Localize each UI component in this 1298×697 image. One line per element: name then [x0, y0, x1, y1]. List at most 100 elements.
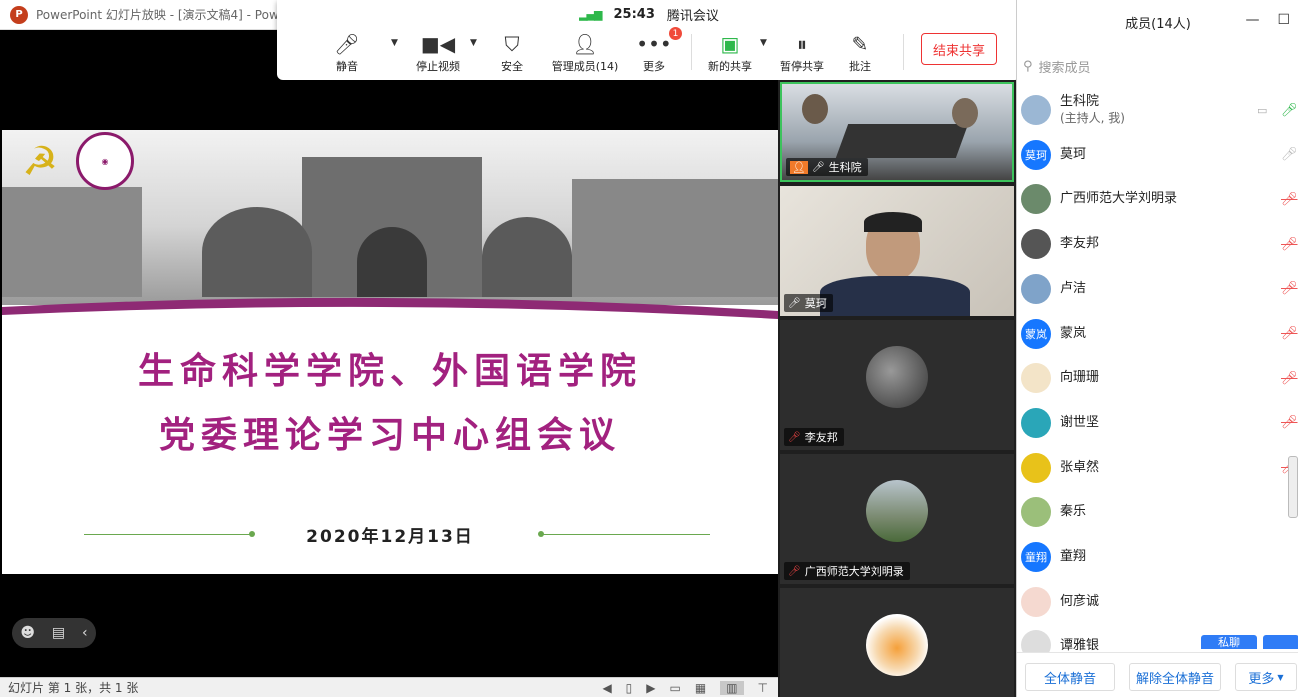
- member-name-text: 秦乐: [1060, 504, 1087, 520]
- member-name-text: 何彦诚: [1060, 593, 1100, 609]
- emoji-icon[interactable]: ☻: [20, 625, 35, 641]
- signal-strength-icon: ▂▄▆: [579, 7, 602, 21]
- video-options-chevron-icon[interactable]: ▼: [470, 38, 477, 48]
- slideshow-view-icon[interactable]: ⊤: [758, 681, 768, 695]
- video-tile[interactable]: [780, 588, 1014, 697]
- screen-share-icon: ▭: [1257, 103, 1268, 117]
- end-share-button[interactable]: 结束共享: [921, 33, 997, 65]
- share-screen-icon: ▣: [720, 32, 740, 56]
- video-tile[interactable]: 🎤︎ 广西师范大学刘明录: [780, 454, 1014, 584]
- status-bar-controls: ◀ ▯ ▶ ▭ ▦ ▥ ⊤: [602, 678, 768, 697]
- search-input[interactable]: 搜索成员: [1039, 57, 1091, 76]
- member-row[interactable]: 李友邦 🎤︎: [1017, 222, 1298, 266]
- member-row[interactable]: 生科院 (主持人, 我) ▭ 🎤︎: [1017, 88, 1298, 132]
- video-label: 🎤︎ 莫珂: [784, 294, 833, 312]
- meeting-status: ▂▄▆ 25:43 腾讯会议: [277, 4, 1021, 24]
- private-chat-button[interactable]: 私聊: [1201, 635, 1257, 649]
- member-row[interactable]: 秦乐: [1017, 490, 1298, 534]
- member-row[interactable]: 童翔 童翔: [1017, 535, 1298, 579]
- microphone-icon[interactable]: 🎤︎: [1281, 103, 1298, 118]
- slide-title-line1: 生命科学学院、外国语学院: [137, 350, 642, 392]
- mic-muted-icon[interactable]: 🎤︎: [1281, 237, 1298, 252]
- share-options-chevron-icon[interactable]: ▼: [760, 38, 767, 48]
- mute-button[interactable]: 🎤︎ 静音: [312, 30, 382, 76]
- member-name-text: 向珊珊: [1060, 370, 1100, 386]
- search-icon: ⚲: [1023, 58, 1033, 74]
- reading-view-icon[interactable]: ▥: [720, 681, 744, 695]
- next-slide-icon[interactable]: ▶: [646, 681, 655, 695]
- mic-muted-icon[interactable]: 🎤︎: [1281, 326, 1298, 341]
- meeting-app-name: 腾讯会议: [666, 8, 719, 24]
- member-name-text: 蒙岚: [1060, 325, 1087, 341]
- previous-slide-icon[interactable]: ◀: [602, 681, 611, 695]
- mic-muted-icon[interactable]: 🎤︎: [1281, 415, 1298, 430]
- manage-members-button[interactable]: 👤︎ 管理成员(14): [550, 30, 620, 76]
- slide-menu-icon[interactable]: ▯: [626, 681, 633, 695]
- member-row[interactable]: 卢洁 🎤︎: [1017, 267, 1298, 311]
- toolbar-divider: [691, 34, 692, 70]
- mute-all-button[interactable]: 全体静音: [1025, 663, 1115, 691]
- slide-banner-image: ☭ ◉: [2, 130, 778, 305]
- screen: P PowerPoint 幻灯片放映 - [演示文稿4] - Pow ☭ ◉ 生…: [0, 0, 1298, 697]
- member-search[interactable]: ⚲ 搜索成员: [1021, 52, 1297, 80]
- maximize-icon[interactable]: ☐: [1277, 12, 1290, 28]
- banner-swoosh: [2, 297, 778, 323]
- slide-counter: 幻灯片 第 1 张，共 1 张: [8, 681, 139, 695]
- member-row[interactable]: 谢世坚 🎤︎: [1017, 401, 1298, 445]
- mic-muted-icon[interactable]: 🎤︎: [1281, 281, 1298, 296]
- member-name: 向珊珊: [1060, 370, 1099, 386]
- collapse-chevron-icon[interactable]: ‹: [82, 625, 88, 641]
- member-name: 秦乐: [1060, 504, 1086, 520]
- more-options-button[interactable]: 更多 ▼: [1235, 663, 1297, 691]
- avatar: [1021, 273, 1051, 304]
- avatar: [1021, 630, 1051, 652]
- avatar: [1021, 184, 1051, 215]
- mic-muted-icon[interactable]: 🎤︎: [1281, 371, 1298, 386]
- member-role: (主持人, 我): [1060, 111, 1125, 125]
- avatar: [866, 480, 928, 542]
- video-label: 🎤︎ 李友邦: [784, 428, 844, 446]
- host-icon: 👤︎: [790, 160, 808, 174]
- avatar: [1021, 407, 1051, 438]
- member-name: 张卓然: [1060, 460, 1099, 476]
- normal-view-icon[interactable]: ▭: [670, 681, 681, 695]
- annotate-pen-icon: ✎: [851, 32, 869, 56]
- member-row[interactable]: 蒙岚 蒙岚 🎤︎: [1017, 312, 1298, 356]
- annotate-button[interactable]: ✎ 批注: [825, 30, 895, 76]
- member-name-text: 卢洁: [1060, 280, 1087, 296]
- stop-video-button[interactable]: ■◀ 停止视频: [403, 30, 473, 76]
- member-row[interactable]: 向珊珊 🎤︎: [1017, 356, 1298, 400]
- video-tile[interactable]: 🎤︎ 李友邦: [780, 320, 1014, 450]
- slide-title-line2: 党委理论学习中心组会议: [158, 414, 621, 456]
- new-share-button[interactable]: ▣ 新的共享: [695, 30, 765, 76]
- unmute-all-button[interactable]: 解除全体静音: [1129, 663, 1221, 691]
- avatar: [1021, 95, 1051, 125]
- avatar: [866, 346, 928, 408]
- member-row[interactable]: 张卓然🎤︎: [1017, 446, 1298, 490]
- mic-muted-icon[interactable]: 🎤︎: [1281, 192, 1298, 207]
- member-name: 谢世坚: [1060, 415, 1099, 431]
- minimize-icon[interactable]: —: [1245, 12, 1259, 28]
- slide-sorter-icon[interactable]: ▦: [695, 681, 706, 695]
- volume-meter: [1288, 456, 1298, 518]
- mic-muted-icon: 🎤︎: [788, 431, 801, 443]
- security-button[interactable]: ⛉ 安全: [477, 30, 547, 76]
- audio-options-chevron-icon[interactable]: ▼: [391, 38, 398, 48]
- avatar: 蒙岚: [1021, 318, 1051, 349]
- members-panel: 成员(14人) — ☐ ⚲ 搜索成员 生科院 (主持人, 我) ▭ 🎤︎ 莫珂 莫珂 🎤︎ 广…: [1016, 0, 1298, 697]
- member-name-text: 广西师范大学刘明录: [1060, 191, 1178, 207]
- meeting-timer: 25:43: [613, 6, 655, 22]
- avatar: [866, 614, 928, 676]
- member-row[interactable]: 广西师范大学刘明录 🎤︎: [1017, 177, 1298, 221]
- microphone-icon[interactable]: 🎤︎: [1281, 147, 1298, 162]
- row-action-button[interactable]: [1263, 635, 1298, 649]
- chat-icon[interactable]: ▤: [52, 625, 65, 641]
- video-tile[interactable]: 👤︎ 🎤︎ 生科院: [780, 82, 1014, 182]
- member-row[interactable]: 莫珂 莫珂 🎤︎: [1017, 133, 1298, 177]
- member-name: 莫珂: [1060, 147, 1086, 163]
- member-row[interactable]: 何彦诚: [1017, 580, 1298, 624]
- video-tile[interactable]: 🎤︎ 莫珂: [780, 186, 1014, 316]
- powerpoint-logo-icon: P: [10, 5, 28, 24]
- member-name: 李友邦: [1060, 236, 1099, 252]
- members-footer: 全体静音 解除全体静音 更多 ▼: [1017, 652, 1298, 697]
